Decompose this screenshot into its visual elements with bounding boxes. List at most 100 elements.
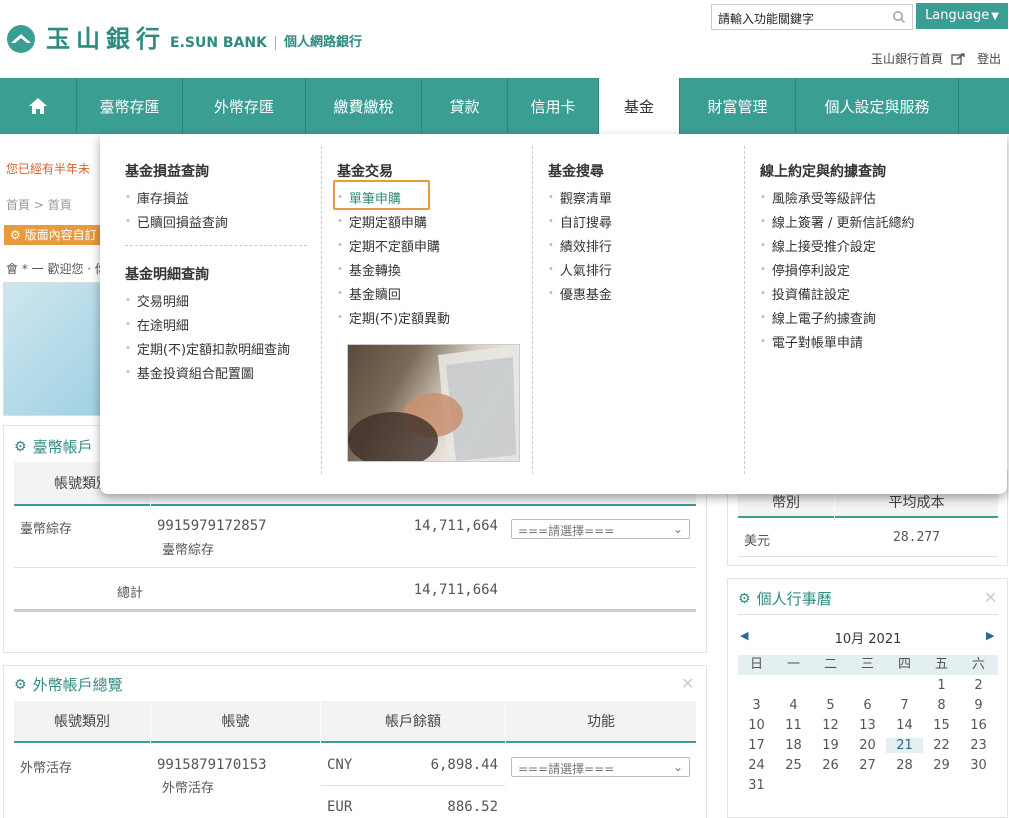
calendar-day[interactable]: 7 (886, 698, 923, 713)
promo-tablet-photo[interactable] (347, 344, 520, 462)
bullet-icon: • (337, 192, 343, 203)
nav-payments[interactable]: 繳費繳稅 (306, 78, 422, 134)
calendar-day[interactable]: 6 (849, 698, 886, 713)
menu-link-redeemed-pl[interactable]: • 已贖回損益查詢 (125, 212, 228, 231)
menu-link-regular-fixed[interactable]: • 定期定額申購 (337, 212, 427, 231)
menu-link-label: 停損停利設定 (771, 264, 850, 279)
calendar-day[interactable] (812, 678, 849, 693)
calendar-day[interactable]: 14 (886, 718, 923, 733)
calendar-week: 10 11 12 13 14 15 16 (738, 718, 998, 733)
bullet-icon: • (760, 216, 766, 227)
logo-chinese-name: 玉山銀行 (46, 25, 166, 53)
menu-link-fund-redeem[interactable]: • 基金贖回 (337, 284, 401, 303)
menu-link-portfolio-chart[interactable]: • 基金投資組合配置圖 (125, 363, 254, 382)
calendar-day[interactable]: 11 (775, 718, 812, 733)
calendar-day[interactable]: 19 (812, 738, 849, 753)
language-button[interactable]: Language ▼ (916, 3, 1008, 29)
bullet-icon: • (760, 240, 766, 251)
calendar-day[interactable]: 23 (960, 738, 997, 753)
calendar-day[interactable]: 2 (960, 678, 997, 693)
menu-link-single-purchase[interactable]: • 單筆申購 (337, 188, 401, 207)
calendar-day[interactable]: 13 (849, 718, 886, 733)
calendar-day[interactable]: 15 (923, 718, 960, 733)
calendar-day[interactable]: 29 (923, 758, 960, 773)
calendar-day[interactable] (775, 678, 812, 693)
nav-settings[interactable]: 個人設定與服務 (796, 78, 959, 134)
bullet-icon: • (548, 216, 554, 227)
twd-function-select[interactable]: ===請選擇=== ⌄ (511, 519, 690, 539)
twd-account-number[interactable]: 9915979172857 (157, 518, 267, 534)
menu-link-trust-agreement[interactable]: • 線上簽署 / 更新信託總約 (760, 212, 915, 231)
menu-link-risk-assessment[interactable]: • 風險承受等級評估 (760, 188, 876, 207)
calendar-day[interactable]: 20 (849, 738, 886, 753)
bullet-icon: • (760, 312, 766, 323)
nav-credit-card[interactable]: 信用卡 (508, 78, 599, 134)
calendar-day[interactable]: 3 (738, 698, 775, 713)
calendar-day-today[interactable]: 21 (886, 738, 923, 753)
nav-fx-deposit[interactable]: 外幣存匯 (183, 78, 306, 134)
calendar-day[interactable]: 16 (960, 718, 997, 733)
search-input[interactable]: 請輸入功能關鍵字 (711, 4, 886, 30)
fx-col-type: 帳號類別 (14, 701, 150, 743)
menu-link-recommendation[interactable]: • 線上接受推介設定 (760, 236, 876, 255)
bullet-icon: • (337, 240, 343, 251)
nav-home[interactable] (0, 78, 77, 134)
calendar-day[interactable]: 5 (812, 698, 849, 713)
nav-wealth[interactable]: 財富管理 (680, 78, 796, 134)
fx-panel-close-icon[interactable]: ✕ (681, 674, 694, 693)
menu-link-performance-rank[interactable]: • 績效排行 (548, 236, 612, 255)
menu-link-investment-notes[interactable]: • 投資備註設定 (760, 284, 850, 303)
calendar-day[interactable] (886, 678, 923, 693)
calendar-day[interactable]: 18 (775, 738, 812, 753)
customize-layout-button[interactable]: ⚙ 版面內容自訂 (4, 225, 104, 245)
calendar-day[interactable]: 26 (812, 758, 849, 773)
menu-link-custom-search[interactable]: • 自訂搜尋 (548, 212, 612, 231)
logout-link[interactable]: 登出 (951, 50, 1001, 67)
menu-link-inventory-pl[interactable]: • 庫存損益 (125, 188, 189, 207)
calendar-day[interactable]: 8 (923, 698, 960, 713)
menu-link-pending[interactable]: • 在途明細 (125, 315, 189, 334)
calendar-day[interactable]: 24 (738, 758, 775, 773)
menu-link-regular-variable[interactable]: • 定期不定額申購 (337, 236, 440, 255)
nav-twd-deposit[interactable]: 臺幣存匯 (77, 78, 183, 134)
search-button[interactable] (885, 4, 913, 30)
calendar-title-text: 個人行事曆 (756, 590, 832, 608)
menu-link-e-statement[interactable]: • 電子對帳單申請 (760, 332, 863, 351)
calendar-day[interactable]: 1 (923, 678, 960, 693)
calendar-day[interactable]: 25 (775, 758, 812, 773)
calendar-day[interactable]: 17 (738, 738, 775, 753)
menu-link-transactions[interactable]: • 交易明細 (125, 291, 189, 310)
calendar-day[interactable]: 10 (738, 718, 775, 733)
calendar-day[interactable] (738, 678, 775, 693)
calendar-day[interactable]: 27 (849, 758, 886, 773)
menu-link-regular-debit[interactable]: • 定期(不)定額扣款明細查詢 (125, 339, 290, 358)
calendar-next-icon[interactable]: ▶ (986, 629, 994, 642)
menu-link-stop-loss[interactable]: • 停損停利設定 (760, 260, 850, 279)
calendar-day[interactable]: 9 (960, 698, 997, 713)
calendar-day[interactable]: 22 (923, 738, 960, 753)
menu-link-e-agreements[interactable]: • 線上電子約據查詢 (760, 308, 876, 327)
bank-home-link[interactable]: 玉山銀行首頁 (871, 50, 943, 67)
calendar-day[interactable]: 31 (738, 778, 775, 793)
menu-link-promo-funds[interactable]: • 優惠基金 (548, 284, 612, 303)
calendar-day[interactable]: 28 (886, 758, 923, 773)
menu-link-regular-change[interactable]: • 定期(不)定額異動 (337, 308, 450, 327)
nav-funds[interactable]: 基金 (599, 78, 680, 134)
calendar-day[interactable]: 12 (812, 718, 849, 733)
calendar-close-icon[interactable]: ✕ (984, 588, 997, 607)
calendar-day[interactable]: 4 (775, 698, 812, 713)
chevron-down-icon: ⌄ (672, 760, 683, 774)
weekday: 五 (934, 657, 948, 672)
bank-logo[interactable]: 玉山銀行 E.SUN BANK 個人網路銀行 (6, 24, 362, 54)
menu-link-fund-switch[interactable]: • 基金轉換 (337, 260, 401, 279)
nav-loans[interactable]: 貸款 (422, 78, 508, 134)
fx-function-select[interactable]: ===請選擇=== ⌄ (511, 757, 690, 777)
language-label: Language (925, 8, 990, 23)
fx-account-number[interactable]: 9915879170153 (157, 757, 267, 773)
menu-link-watchlist[interactable]: • 觀察清單 (548, 188, 612, 207)
menu-link-popular-rank[interactable]: • 人氣排行 (548, 260, 612, 279)
weekday: 四 (897, 657, 911, 672)
banner-image[interactable] (3, 282, 103, 416)
calendar-day[interactable] (849, 678, 886, 693)
calendar-day[interactable]: 30 (960, 758, 997, 773)
